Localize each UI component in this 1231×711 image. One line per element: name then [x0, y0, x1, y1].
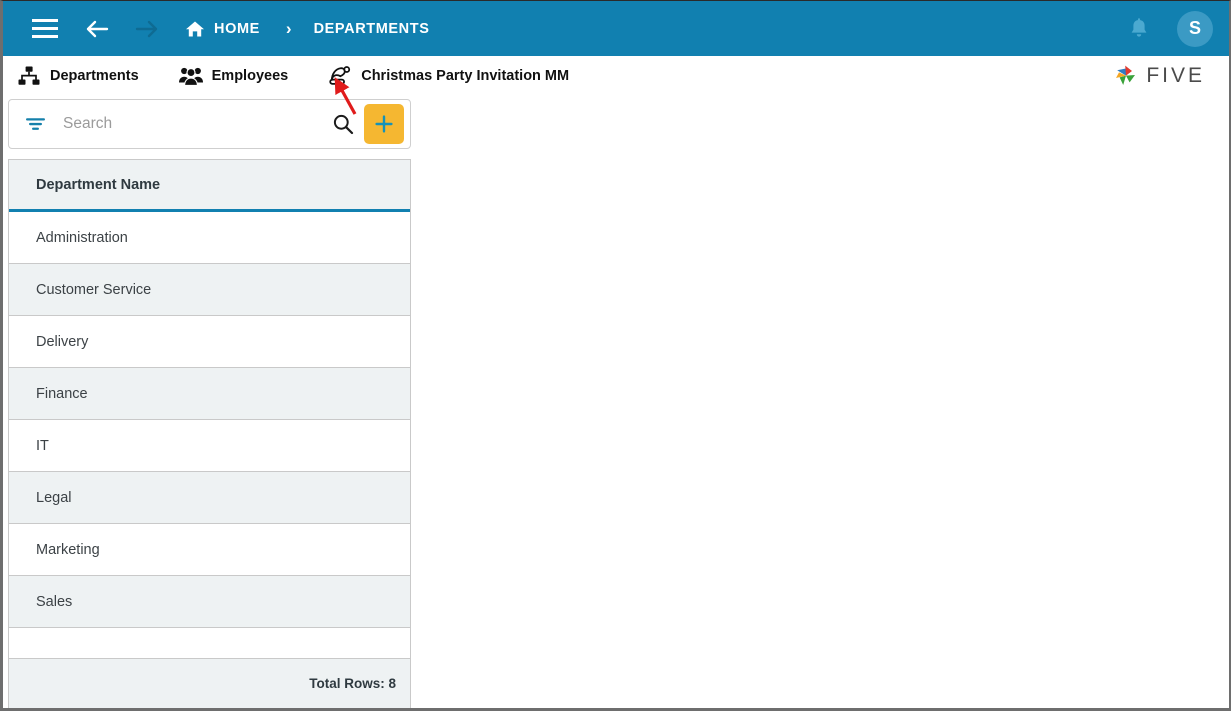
table-cell-department-name: IT	[36, 437, 49, 454]
table-row[interactable]: Marketing	[9, 524, 410, 576]
tab-christmas-party-invitation[interactable]: Christmas Party Invitation MM	[328, 56, 569, 96]
tab-employees[interactable]: Employees	[178, 56, 289, 96]
plus-icon	[374, 114, 394, 134]
avatar-initial: S	[1188, 18, 1201, 38]
tab-departments[interactable]: Departments	[17, 56, 139, 96]
brand-name: FIVE	[1146, 63, 1205, 87]
search-bar	[8, 99, 411, 149]
breadcrumb-home[interactable]: HOME	[185, 20, 260, 38]
topbar-left-group: HOME › DEPARTMENTS	[23, 7, 429, 51]
breadcrumb-home-label: HOME	[214, 20, 260, 37]
tab-bar: Departments Employees Christmas Party In…	[3, 56, 1229, 96]
home-icon	[185, 20, 205, 38]
arrow-left-icon[interactable]	[75, 7, 119, 51]
magnifier-icon[interactable]	[326, 107, 360, 141]
bell-icon[interactable]	[1117, 7, 1161, 51]
santa-hat-icon	[328, 65, 352, 87]
search-input[interactable]	[47, 115, 326, 133]
table-cell-department-name: Marketing	[36, 541, 100, 558]
table-cell-department-name: Delivery	[36, 333, 89, 350]
tab-employees-label: Employees	[211, 67, 289, 84]
tab-departments-label: Departments	[50, 67, 139, 84]
app-window: HOME › DEPARTMENTS S Departments Employe…	[0, 0, 1231, 711]
table-cell-department-name: Administration	[36, 229, 128, 246]
topbar-right-group: S	[1117, 7, 1213, 51]
table-row[interactable]: Delivery	[9, 316, 410, 368]
table-header-row: Department Name	[9, 160, 410, 212]
table-row[interactable]: Customer Service	[9, 264, 410, 316]
add-department-button[interactable]	[364, 104, 404, 144]
filter-icon[interactable]	[25, 115, 47, 133]
table-body: Administration Customer Service Delivery Fi…	[9, 212, 410, 628]
table-footer: Total Rows: 8	[9, 659, 410, 708]
brand-logo: FIVE	[1113, 63, 1205, 89]
avatar[interactable]: S	[1177, 10, 1213, 47]
table-cell-department-name: Sales	[36, 593, 73, 610]
table-cell-department-name: Finance	[36, 385, 88, 402]
table-row[interactable]: IT	[9, 420, 410, 472]
breadcrumb-separator: ›	[285, 18, 292, 38]
table-cell-department-name: Customer Service	[36, 281, 152, 298]
users-group-icon	[178, 65, 203, 87]
arrow-right-icon[interactable]	[125, 7, 169, 51]
table-row-empty	[9, 628, 410, 659]
table-cell-department-name: Legal	[36, 489, 72, 506]
hamburger-menu-icon[interactable]	[23, 7, 67, 51]
total-rows-label: Total Rows: 8	[309, 676, 396, 691]
table-row[interactable]: Legal	[9, 472, 410, 524]
tab-christmas-party-invitation-label: Christmas Party Invitation MM	[361, 67, 570, 84]
departments-panel: Department Name Administration Customer S…	[8, 99, 411, 708]
sitemap-icon	[17, 65, 41, 87]
five-pinwheel-logo	[1113, 63, 1139, 89]
breadcrumb-current: DEPARTMENTS	[313, 20, 430, 37]
top-navigation-bar: HOME › DEPARTMENTS S	[3, 1, 1229, 56]
table-row[interactable]: Administration	[9, 212, 410, 264]
table-row[interactable]: Finance	[9, 368, 410, 420]
table-row[interactable]: Sales	[9, 576, 410, 628]
column-header-department-name: Department Name	[36, 176, 161, 193]
departments-table: Department Name Administration Customer S…	[8, 159, 411, 708]
